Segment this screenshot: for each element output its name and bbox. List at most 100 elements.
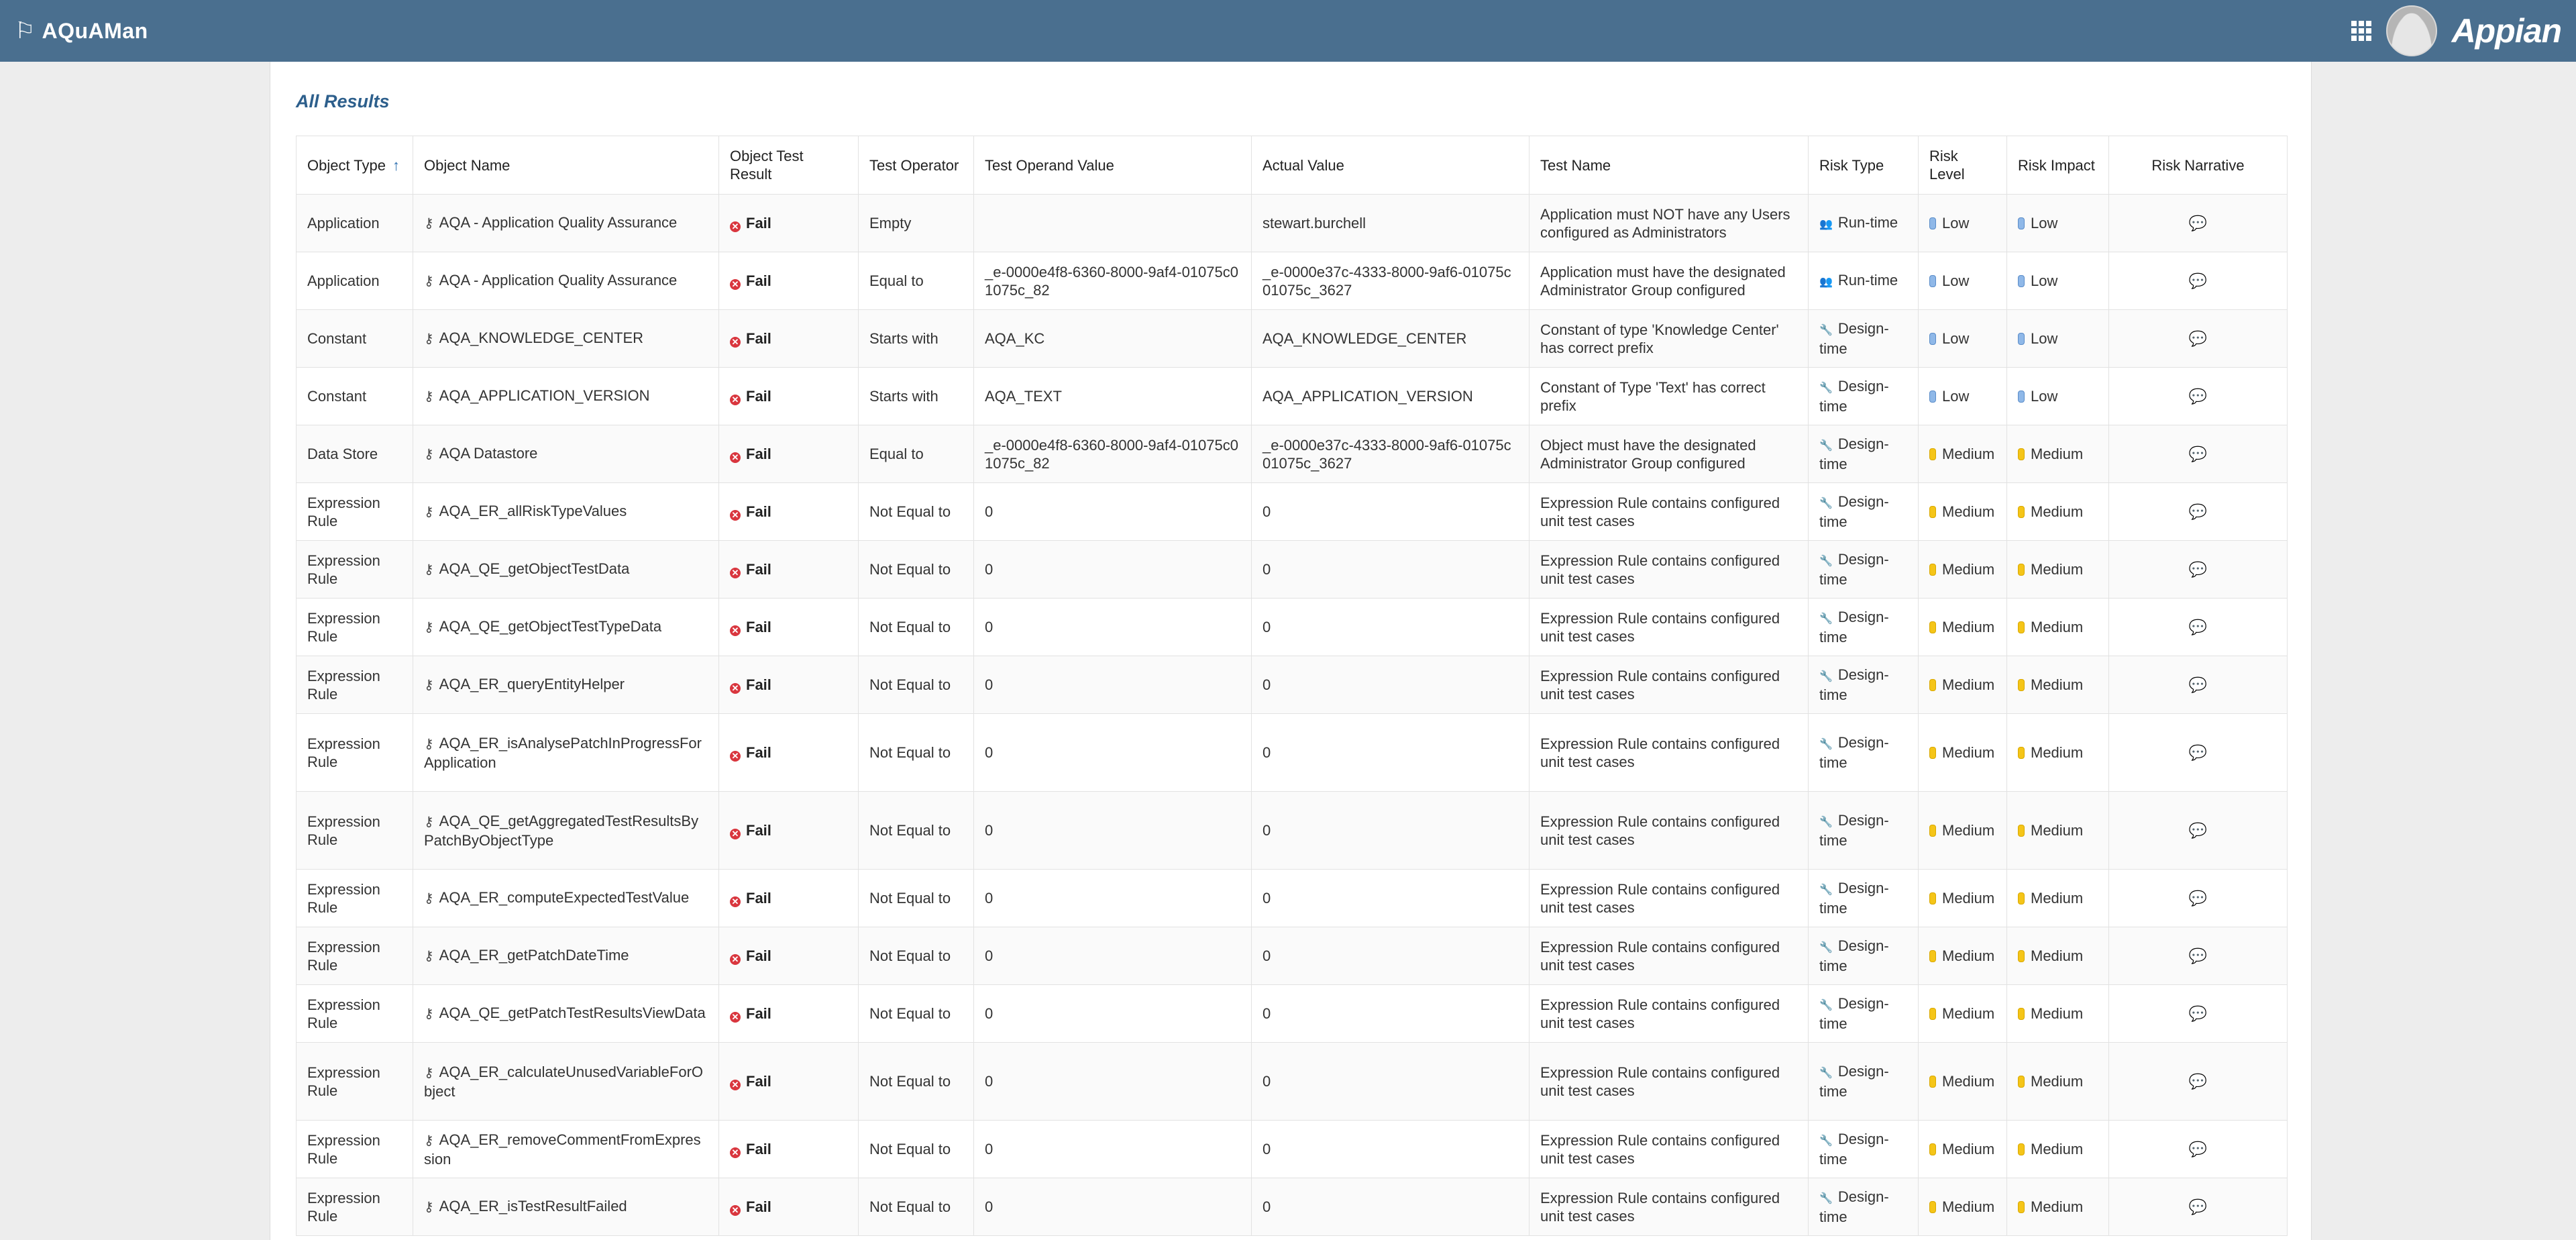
thermometer-icon <box>1929 1201 1936 1213</box>
app-title: AQuAMan <box>42 18 148 43</box>
cell-operand-value <box>973 194 1252 252</box>
main-content: All Results Object Type ↑ Object Name Obj… <box>270 62 2312 1240</box>
fail-icon: ✕ <box>730 568 741 578</box>
cell-risk-level: Medium <box>1918 1120 2007 1178</box>
comments-icon[interactable]: 💬 <box>2189 1198 2207 1215</box>
cell-object-name[interactable]: ⚷ AQA_KNOWLEDGE_CENTER <box>413 309 719 368</box>
results-table: Object Type ↑ Object Name Object Test Res… <box>296 136 2288 1236</box>
cell-risk-impact: Medium <box>2006 425 2109 483</box>
fail-icon: ✕ <box>730 625 741 636</box>
comments-icon[interactable]: 💬 <box>2189 822 2207 839</box>
cell-object-name[interactable]: ⚷ AQA_APPLICATION_VERSION <box>413 367 719 425</box>
comments-icon[interactable]: 💬 <box>2189 330 2207 347</box>
cell-object-name[interactable]: ⚷ AQA_QE_getAggregatedTestResultsByPatchB… <box>413 791 719 870</box>
cell-actual-value: 0 <box>1251 927 1529 985</box>
cell-object-name[interactable]: ⚷ AQA_ER_isTestResultFailed <box>413 1178 719 1236</box>
key-icon: ⚷ <box>424 505 434 519</box>
column-header-object-type[interactable]: Object Type ↑ <box>296 136 413 195</box>
cell-risk-type: 🔧 Design-time <box>1808 1042 1919 1121</box>
key-icon: ⚷ <box>424 274 434 289</box>
cell-object-name[interactable]: ⚷ AQA_ER_calculateUnusedVariableForObject <box>413 1042 719 1121</box>
fail-icon: ✕ <box>730 683 741 694</box>
comments-icon[interactable]: 💬 <box>2189 272 2207 289</box>
column-header-test-name[interactable]: Test Name <box>1529 136 1809 195</box>
cell-object-name[interactable]: ⚷ AQA_ER_allRiskTypeValues <box>413 482 719 541</box>
thermometer-icon <box>2018 950 2025 962</box>
column-header-actual-value[interactable]: Actual Value <box>1251 136 1529 195</box>
users-icon: 👥 <box>1819 276 1833 288</box>
comments-icon[interactable]: 💬 <box>2189 890 2207 907</box>
app-brand[interactable]: ⚐ AQuAMan <box>15 19 148 44</box>
cell-object-name[interactable]: ⚷ AQA - Application Quality Assurance <box>413 252 719 310</box>
column-header-risk-level[interactable]: Risk Level <box>1918 136 2007 195</box>
column-header-risk-impact[interactable]: Risk Impact <box>2006 136 2109 195</box>
thermometer-icon <box>1929 825 1936 837</box>
cell-object-name[interactable]: ⚷ AQA_ER_computeExpectedTestValue <box>413 869 719 927</box>
cell-object-name[interactable]: ⚷ AQA_QE_getObjectTestTypeData <box>413 598 719 656</box>
cell-object-name[interactable]: ⚷ AQA_ER_queryEntityHelper <box>413 656 719 714</box>
cell-test-result: ✕ Fail <box>718 482 859 541</box>
cell-object-name[interactable]: ⚷ AQA_QE_getObjectTestData <box>413 540 719 599</box>
cell-risk-level: Medium <box>1918 713 2007 792</box>
cell-risk-level: Low <box>1918 194 2007 252</box>
cell-risk-level: Medium <box>1918 425 2007 483</box>
table-row: Expression Rule ⚷ AQA_QE_getPatchTestResul… <box>296 984 2288 1043</box>
comments-icon[interactable]: 💬 <box>2189 676 2207 693</box>
wrench-icon: 🔧 <box>1819 942 1833 953</box>
key-icon: ⚷ <box>424 447 434 462</box>
comments-icon[interactable]: 💬 <box>2189 947 2207 964</box>
fail-icon: ✕ <box>730 896 741 907</box>
column-header-test-operator[interactable]: Test Operator <box>858 136 974 195</box>
cell-risk-impact: Medium <box>2006 598 2109 656</box>
cell-test-name: Expression Rule contains configured unit… <box>1529 927 1809 985</box>
cell-object-name[interactable]: ⚷ AQA - Application Quality Assurance <box>413 194 719 252</box>
cell-object-name[interactable]: ⚷ AQA_QE_getPatchTestResultsViewData <box>413 984 719 1043</box>
cell-operand-value: 0 <box>973 1120 1252 1178</box>
key-icon: ⚷ <box>424 620 434 635</box>
cell-object-name[interactable]: ⚷ AQA_ER_removeCommentFromExpression <box>413 1120 719 1178</box>
column-header-object-test-result[interactable]: Object Test Result <box>718 136 859 195</box>
table-row: Expression Rule ⚷ AQA_QE_getAggregatedTest… <box>296 791 2288 870</box>
comments-icon[interactable]: 💬 <box>2189 619 2207 635</box>
cell-test-operator: Not Equal to <box>858 482 974 541</box>
cell-risk-narrative: 💬 <box>2108 252 2288 310</box>
cell-test-result: ✕ Fail <box>718 927 859 985</box>
comments-icon[interactable]: 💬 <box>2189 446 2207 462</box>
cell-operand-value: 0 <box>973 713 1252 792</box>
fail-icon: ✕ <box>730 751 741 762</box>
comments-icon[interactable]: 💬 <box>2189 215 2207 231</box>
column-header-test-operand-value[interactable]: Test Operand Value <box>973 136 1252 195</box>
fail-icon: ✕ <box>730 452 741 463</box>
cell-object-type: Expression Rule <box>296 713 413 792</box>
fail-icon: ✕ <box>730 954 741 965</box>
cell-test-result: ✕ Fail <box>718 367 859 425</box>
cell-object-name[interactable]: ⚷ AQA_ER_getPatchDateTime <box>413 927 719 985</box>
cell-risk-type: 🔧 Design-time <box>1808 309 1919 368</box>
cell-object-name[interactable]: ⚷ AQA Datastore <box>413 425 719 483</box>
comments-icon[interactable]: 💬 <box>2189 388 2207 405</box>
user-avatar[interactable] <box>2385 5 2437 56</box>
cell-test-result: ✕ Fail <box>718 598 859 656</box>
cell-actual-value: 0 <box>1251 1178 1529 1236</box>
key-icon: ⚷ <box>424 891 434 906</box>
cell-actual-value: 0 <box>1251 482 1529 541</box>
cell-test-result: ✕ Fail <box>718 791 859 870</box>
cell-test-name: Application must have the designated Adm… <box>1529 252 1809 310</box>
cell-risk-impact: Medium <box>2006 540 2109 599</box>
wrench-icon: 🔧 <box>1819 382 1833 394</box>
appian-logo[interactable]: Appian <box>2452 11 2562 50</box>
comments-icon[interactable]: 💬 <box>2189 1073 2207 1090</box>
comments-icon[interactable]: 💬 <box>2189 561 2207 578</box>
comments-icon[interactable]: 💬 <box>2189 1005 2207 1022</box>
sort-ascending-icon[interactable]: ↑ <box>392 157 400 174</box>
cell-test-result: ✕ Fail <box>718 1120 859 1178</box>
cell-object-name[interactable]: ⚷ AQA_ER_isAnalysePatchInProgressForAppli… <box>413 713 719 792</box>
column-header-risk-narrative[interactable]: Risk Narrative <box>2108 136 2288 195</box>
apps-grid-icon[interactable] <box>2351 21 2371 41</box>
comments-icon[interactable]: 💬 <box>2189 744 2207 761</box>
column-header-object-name[interactable]: Object Name <box>413 136 719 195</box>
comments-icon[interactable]: 💬 <box>2189 503 2207 520</box>
cell-test-result: ✕ Fail <box>718 656 859 714</box>
comments-icon[interactable]: 💬 <box>2189 1141 2207 1157</box>
column-header-risk-type[interactable]: Risk Type <box>1808 136 1919 195</box>
